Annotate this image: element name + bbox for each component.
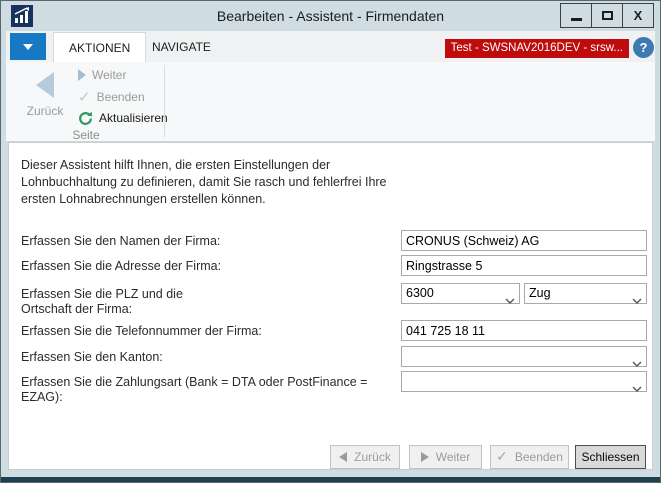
ribbon-tab-row: AKTIONEN NAVIGATE Test - SWSNAV2016DEV -…: [6, 31, 655, 62]
question-mark-icon: ?: [640, 40, 648, 55]
ort-value: Zug: [529, 286, 551, 300]
phone-label: Erfassen Sie die Telefonnummer der Firma…: [21, 324, 393, 339]
back-arrow-icon: [36, 72, 54, 98]
intro-line: Lohnbuchhaltung zu definieren, damit Sie…: [21, 174, 387, 191]
ribbon-finish-button[interactable]: ✓ Beenden: [78, 87, 145, 107]
check-icon: ✓: [496, 449, 508, 465]
check-icon: ✓: [78, 88, 91, 106]
ribbon-next-label: Weiter: [92, 68, 126, 82]
company-address-input[interactable]: [401, 255, 647, 276]
zahlungsart-label: Erfassen Sie die Zahlungsart (Bank = DTA…: [21, 375, 393, 405]
plz-dropdown[interactable]: 6300: [401, 283, 520, 304]
chevron-down-icon: [632, 291, 642, 310]
ribbon-group-divider: [164, 65, 165, 137]
window-bottom-frame: [1, 477, 660, 482]
ribbon-refresh-label: Aktualisieren: [99, 111, 168, 125]
plz-ort-label: Erfassen Sie die PLZ und die Ortschaft d…: [21, 287, 393, 317]
refresh-icon: [78, 111, 93, 126]
wizard-content: Dieser Assistent hilft Ihnen, die ersten…: [8, 142, 653, 470]
maximize-icon: [602, 11, 613, 20]
environment-badge: Test - SWSNAV2016DEV - srsw...: [445, 39, 629, 58]
intro-line: ersten Lohnabrechnungen erstellen können…: [21, 191, 387, 208]
company-name-input[interactable]: [401, 230, 647, 251]
title-bar[interactable]: Bearbeiten - Assistent - Firmendaten X: [1, 1, 660, 31]
maximize-button[interactable]: [591, 3, 623, 28]
forward-arrow-icon: [78, 69, 86, 81]
ort-dropdown[interactable]: Zug: [524, 283, 647, 304]
footer-next-label: Weiter: [436, 450, 470, 464]
ribbon-refresh-button[interactable]: Aktualisieren: [78, 108, 168, 128]
intro-text: Dieser Assistent hilft Ihnen, die ersten…: [21, 157, 387, 208]
chevron-down-icon: [632, 379, 642, 398]
zahlungsart-dropdown[interactable]: [401, 371, 647, 392]
close-icon: X: [634, 9, 643, 22]
kanton-dropdown[interactable]: [401, 346, 647, 367]
footer-back-button[interactable]: Zurück: [330, 445, 400, 469]
footer-next-button[interactable]: Weiter: [409, 445, 482, 469]
intro-line: Dieser Assistent hilft Ihnen, die ersten…: [21, 157, 387, 174]
ribbon: Zurück Weiter ✓ Beenden Aktualisieren Se…: [6, 62, 655, 142]
help-button[interactable]: ?: [633, 37, 654, 58]
close-button[interactable]: X: [622, 3, 654, 28]
phone-input[interactable]: [401, 320, 647, 341]
company-name-label: Erfassen Sie den Namen der Firma:: [21, 234, 393, 249]
tab-navigate[interactable]: NAVIGATE: [137, 32, 226, 63]
tab-aktionen[interactable]: AKTIONEN: [53, 32, 146, 63]
minimize-button[interactable]: [560, 3, 592, 28]
dialog-window: Bearbeiten - Assistent - Firmendaten X A…: [0, 0, 661, 483]
window-controls: X: [561, 3, 654, 28]
footer-back-label: Zurück: [354, 450, 391, 464]
footer-finish-button[interactable]: ✓ Beenden: [490, 445, 569, 469]
ribbon-finish-label: Beenden: [97, 90, 145, 104]
ribbon-back-label: Zurück: [27, 104, 64, 118]
company-address-label: Erfassen Sie die Adresse der Firma:: [21, 259, 393, 274]
footer-close-label: Schliessen: [581, 450, 639, 464]
ribbon-back-button[interactable]: Zurück: [16, 65, 74, 133]
menu-dropdown-button[interactable]: [10, 33, 46, 60]
back-arrow-icon: [339, 452, 347, 462]
kanton-label: Erfassen Sie den Kanton:: [21, 350, 393, 365]
forward-arrow-icon: [421, 452, 429, 462]
chevron-down-icon: [23, 44, 33, 50]
minimize-icon: [571, 18, 582, 21]
footer-finish-label: Beenden: [515, 450, 563, 464]
ribbon-next-button[interactable]: Weiter: [78, 65, 126, 85]
ribbon-group-label: Seite: [6, 128, 166, 142]
footer-close-button[interactable]: Schliessen: [575, 445, 646, 469]
chevron-down-icon: [505, 291, 515, 310]
plz-value: 6300: [406, 286, 434, 300]
